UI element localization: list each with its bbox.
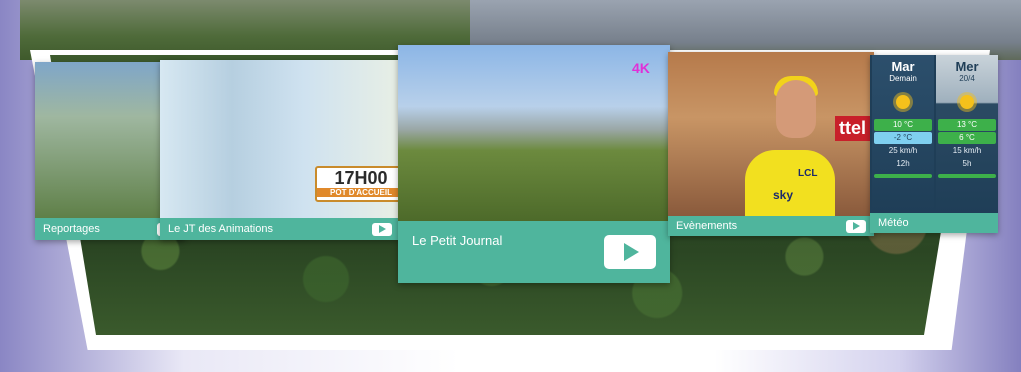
wind-speed: 15 km/h xyxy=(952,146,982,155)
play-icon[interactable] xyxy=(604,235,656,269)
tile-label: Evènements xyxy=(676,220,738,232)
weather-day-left: Mar Demain 10 °C -2 °C 25 km/h 12h xyxy=(872,55,934,213)
temp-low: -2 °C xyxy=(874,132,932,144)
jersey-text: sky xyxy=(773,188,794,202)
sun-cloud-icon xyxy=(954,89,980,115)
weather-date: Demain xyxy=(889,74,917,83)
cyclist-face xyxy=(776,80,816,138)
temp-high: 13 °C xyxy=(938,119,996,131)
sign-subtitle: POT D'ACCUEIL xyxy=(317,188,405,197)
tile-petit-journal[interactable]: Le Petit Journal xyxy=(398,45,670,283)
petit-journal-thumbnail xyxy=(398,45,670,221)
jersey-brand: LCL xyxy=(798,168,818,179)
tile-bar: Le JT des Animations xyxy=(160,218,400,240)
play-icon[interactable] xyxy=(372,222,392,236)
indicator-bar xyxy=(874,174,932,178)
sign-title: 17H00 xyxy=(334,168,388,188)
tile-bar: Météo xyxy=(870,213,998,233)
tile-label: Météo xyxy=(878,217,909,229)
tile-label: Le Petit Journal xyxy=(412,233,503,248)
yellow-jersey: sky xyxy=(745,150,835,216)
event-sign: 17H00 POT D'ACCUEIL xyxy=(315,166,407,202)
tile-bar: Evènements xyxy=(668,216,874,236)
play-icon[interactable] xyxy=(846,219,866,233)
wind-speed: 25 km/h xyxy=(888,146,918,155)
sponsor-banner: ttel xyxy=(835,116,870,141)
weather-date: 20/4 xyxy=(959,74,975,83)
sun-icon xyxy=(890,89,916,115)
sun-hours: 5h xyxy=(962,159,972,168)
indicator-bar xyxy=(938,174,996,178)
weather-day-right: Mer 20/4 13 °C 6 °C 15 km/h 5h xyxy=(936,55,998,213)
tile-jt-animations[interactable]: Le JT des Animations xyxy=(160,60,400,240)
tile-label: Reportages xyxy=(43,223,100,235)
weather-day: Mer xyxy=(955,59,979,74)
tile-bar: Le Petit Journal xyxy=(398,221,670,283)
channel-logo: 4K xyxy=(632,60,650,76)
weather-day: Mar xyxy=(891,59,915,74)
temp-high: 10 °C xyxy=(874,119,932,131)
tile-meteo[interactable]: Mar Demain 10 °C -2 °C 25 km/h 12h Mer 2… xyxy=(870,55,998,233)
temp-low: 6 °C xyxy=(938,132,996,144)
sun-hours: 12h xyxy=(896,159,910,168)
tile-label: Le JT des Animations xyxy=(168,223,273,235)
